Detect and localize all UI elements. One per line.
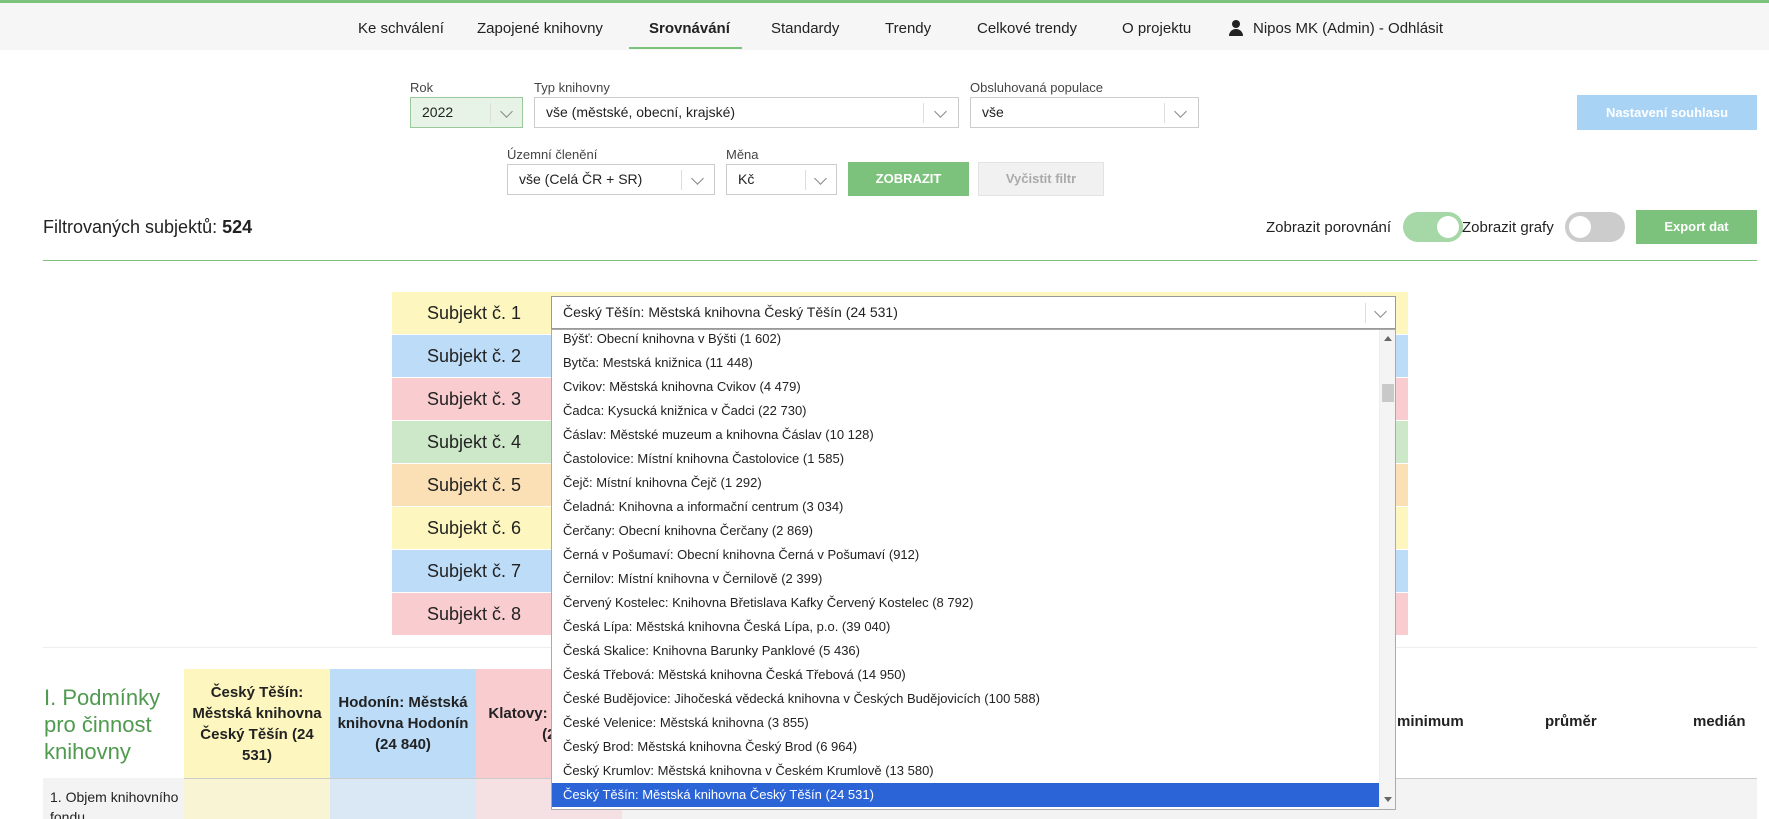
chevron-down-icon bbox=[691, 172, 704, 185]
nav-o-projektu[interactable]: O projektu bbox=[1122, 20, 1191, 37]
year-select[interactable]: 2022 bbox=[410, 97, 523, 128]
dropdown-option[interactable]: České Budějovice: Jihočeská vědecká knih… bbox=[552, 687, 1380, 711]
column-header-minimum: minimum bbox=[1397, 713, 1464, 730]
toggle-knob bbox=[1569, 216, 1591, 238]
library-type-value: vše (městské, obecní, krajské) bbox=[546, 104, 736, 120]
dropdown-option[interactable]: Častolovice: Místní knihovna Častolovice… bbox=[552, 447, 1380, 471]
column-header-median: medián bbox=[1693, 713, 1746, 730]
user-icon bbox=[1229, 20, 1243, 36]
dropdown-option[interactable]: Český Brod: Městská knihovna Český Brod … bbox=[552, 735, 1380, 759]
charts-toggle-label: Zobrazit grafy bbox=[1462, 219, 1554, 236]
subject-label: Subjekt č. 3 bbox=[427, 389, 522, 409]
column-header-subject-2: Hodonín: Městská knihovna Hodonín (24 84… bbox=[330, 669, 476, 778]
year-value: 2022 bbox=[422, 104, 454, 120]
population-label: Obsluhovaná populace bbox=[970, 80, 1103, 95]
nav-srovnavani[interactable]: Srovnávání bbox=[649, 20, 730, 37]
chevron-down-icon bbox=[1174, 105, 1187, 118]
subject-label: Subjekt č. 2 bbox=[427, 346, 522, 366]
library-type-select[interactable]: vše (městské, obecní, krajské) bbox=[534, 97, 959, 128]
population-value: vše bbox=[982, 104, 1004, 120]
territory-value: vše (Celá ČR + SR) bbox=[519, 171, 643, 187]
currency-label: Měna bbox=[726, 147, 759, 162]
compare-toggle[interactable] bbox=[1403, 212, 1463, 242]
column-header-subject-1: Český Těšín: Městská knihovna Český Těší… bbox=[184, 669, 330, 778]
currency-value: Kč bbox=[738, 171, 755, 187]
nav-zapojene-knihovny[interactable]: Zapojené knihovny bbox=[477, 20, 603, 37]
dropdown-option[interactable]: Čeladná: Knihovna a informační centrum (… bbox=[552, 495, 1380, 519]
nav-ke-schvaleni[interactable]: Ke schválení bbox=[358, 20, 444, 37]
nav-trendy[interactable]: Trendy bbox=[885, 20, 931, 37]
clear-filter-button[interactable]: Vyčistit filtr bbox=[978, 162, 1104, 196]
territory-label: Územní členění bbox=[507, 147, 598, 162]
top-navigation: Ke schválení Zapojené knihovny Srovnáván… bbox=[0, 0, 1769, 50]
currency-select[interactable]: Kč bbox=[726, 164, 837, 195]
dropdown-option[interactable]: Česká Lípa: Městská knihovna Česká Lípa,… bbox=[552, 615, 1380, 639]
territory-select[interactable]: vše (Celá ČR + SR) bbox=[507, 164, 715, 195]
subject-label: Subjekt č. 7 bbox=[427, 561, 522, 581]
chevron-down-icon bbox=[500, 105, 513, 118]
compare-toggle-label: Zobrazit porovnání bbox=[1266, 219, 1392, 236]
dropdown-option[interactable]: Černilov: Místní knihovna v Černilově (2… bbox=[552, 567, 1380, 591]
user-logout-link[interactable]: Nipos MK (Admin) - Odhlásit bbox=[1253, 20, 1443, 37]
subject-label: Subjekt č. 8 bbox=[427, 604, 522, 624]
type-label: Typ knihovny bbox=[534, 80, 610, 95]
filtered-number: 524 bbox=[222, 217, 253, 237]
dropdown-option[interactable]: Čadca: Kysucká knižnica v Čadci (22 730) bbox=[552, 399, 1380, 423]
dropdown-option[interactable]: Čejč: Místní knihovna Čejč (1 292) bbox=[552, 471, 1380, 495]
dropdown-option[interactable]: Bytča: Mestská knižnica (11 448) bbox=[552, 351, 1380, 375]
subject-1-select[interactable]: Český Těšín: Městská knihovna Český Těší… bbox=[551, 296, 1396, 329]
row-label: 1. Objem knihovního fondu bbox=[43, 778, 184, 819]
chevron-down-icon bbox=[814, 172, 827, 185]
year-label: Rok bbox=[410, 80, 434, 95]
subject-label: Subjekt č. 6 bbox=[427, 518, 522, 538]
consent-settings-button[interactable]: Nastavení souhlasu bbox=[1577, 95, 1757, 130]
scroll-down-icon[interactable] bbox=[1384, 797, 1392, 802]
subject-dropdown-list[interactable]: Býšť: Obecní knihovna v Býšti (1 602) Byt… bbox=[551, 329, 1396, 810]
chevron-down-icon bbox=[934, 105, 947, 118]
nav-standardy[interactable]: Standardy bbox=[771, 20, 839, 37]
column-header-average: průměr bbox=[1545, 713, 1597, 730]
subject-label: Subjekt č. 5 bbox=[427, 475, 522, 495]
show-button[interactable]: ZOBRAZIT bbox=[848, 162, 969, 196]
dropdown-option[interactable]: Čerčany: Obecní knihovna Čerčany (2 869) bbox=[552, 519, 1380, 543]
dropdown-scrollbar[interactable] bbox=[1379, 330, 1395, 809]
filtered-count: Filtrovaných subjektů: 524 bbox=[43, 217, 252, 238]
scroll-up-icon[interactable] bbox=[1384, 336, 1392, 341]
dropdown-option[interactable]: České Velenice: Městská knihovna (3 855) bbox=[552, 711, 1380, 735]
subject-label: Subjekt č. 4 bbox=[427, 432, 522, 452]
dropdown-option[interactable]: Býšť: Obecní knihovna v Býšti (1 602) bbox=[552, 330, 1380, 351]
dropdown-option[interactable]: Český Krumlov: Městská knihovna v Českém… bbox=[552, 759, 1380, 783]
dropdown-option[interactable]: Černá v Pošumaví: Obecní knihovna Černá … bbox=[552, 543, 1380, 567]
export-data-button[interactable]: Export dat bbox=[1636, 210, 1757, 244]
nav-celkove-trendy[interactable]: Celkové trendy bbox=[977, 20, 1077, 37]
population-select[interactable]: vše bbox=[970, 97, 1199, 128]
divider bbox=[43, 260, 1757, 261]
dropdown-option[interactable]: Cvikov: Městská knihovna Cvikov (4 479) bbox=[552, 375, 1380, 399]
section-title: I. Podmínky pro činnost knihovny bbox=[44, 685, 161, 764]
subject-1-value: Český Těšín: Městská knihovna Český Těší… bbox=[563, 304, 898, 320]
chevron-down-icon bbox=[1374, 305, 1387, 318]
toggle-knob bbox=[1437, 216, 1459, 238]
dropdown-option[interactable]: Čáslav: Městské muzeum a knihovna Čáslav… bbox=[552, 423, 1380, 447]
filtered-label: Filtrovaných subjektů: bbox=[43, 217, 218, 237]
scrollbar-thumb[interactable] bbox=[1382, 384, 1394, 402]
dropdown-option[interactable]: Česká Skalice: Knihovna Barunky Panklové… bbox=[552, 639, 1380, 663]
dropdown-option[interactable]: Česká Třebová: Městská knihovna Česká Tř… bbox=[552, 663, 1380, 687]
active-tab-indicator bbox=[629, 47, 742, 49]
dropdown-option[interactable]: Červený Kostelec: Knihovna Břetislava Ka… bbox=[552, 591, 1380, 615]
dropdown-option[interactable]: Český Těšín: Městská knihovna Český Těší… bbox=[552, 783, 1380, 807]
subject-label: Subjekt č. 1 bbox=[427, 303, 522, 323]
charts-toggle[interactable] bbox=[1565, 212, 1625, 242]
